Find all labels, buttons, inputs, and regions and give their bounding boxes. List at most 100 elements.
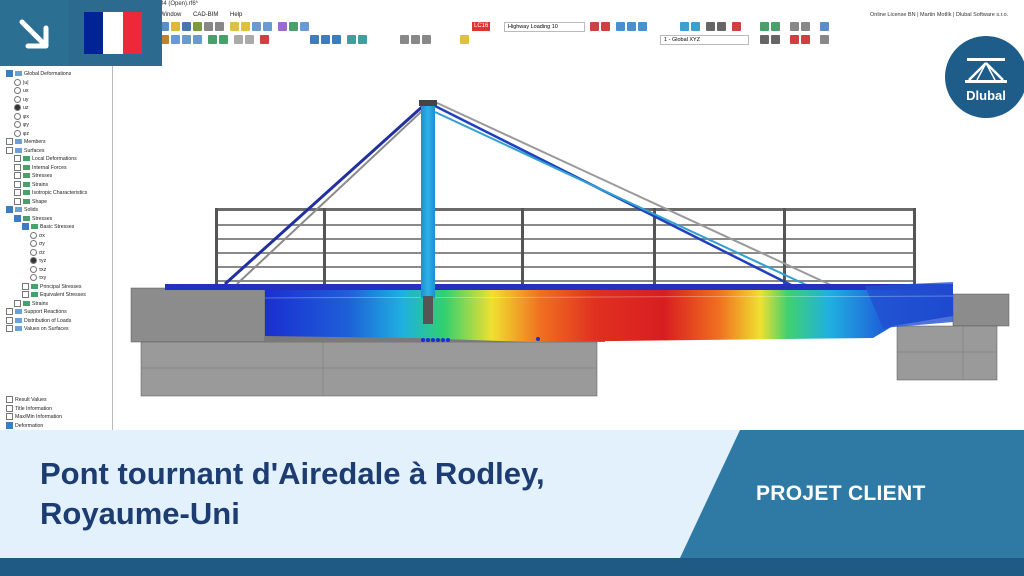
navigator-item[interactable]: uy — [14, 95, 28, 104]
radio-button[interactable] — [14, 87, 21, 95]
axis-icon[interactable] — [460, 35, 469, 44]
select-icon[interactable] — [732, 22, 741, 31]
checkbox[interactable] — [14, 163, 21, 171]
checkbox[interactable] — [14, 197, 21, 205]
loads-icon[interactable] — [241, 22, 250, 31]
save-icon[interactable] — [182, 22, 191, 31]
radio-button[interactable] — [30, 248, 37, 256]
comment-icon[interactable] — [245, 35, 254, 44]
radio-button[interactable] — [30, 240, 37, 248]
checkbox[interactable] — [22, 282, 29, 290]
delete-icon[interactable] — [260, 35, 269, 44]
radio-button[interactable] — [14, 112, 21, 120]
result-type-icon[interactable] — [616, 22, 625, 31]
checkbox[interactable] — [6, 138, 13, 146]
navigator-item[interactable]: Strains — [14, 299, 48, 308]
navigator-item[interactable]: τxz — [30, 265, 46, 274]
navigator-item[interactable]: Shape — [14, 197, 47, 206]
navigator-item[interactable]: σy — [30, 240, 45, 248]
scale-icon[interactable] — [358, 35, 367, 44]
checkbox[interactable] — [6, 70, 13, 78]
snap-icon[interactable] — [801, 22, 810, 31]
result-diagram-icon[interactable] — [627, 22, 636, 31]
zoom-icon[interactable] — [706, 22, 715, 31]
navigator-item[interactable]: Values on Surfaces — [6, 325, 69, 333]
radio-button[interactable] — [30, 265, 37, 273]
checkbox[interactable] — [14, 299, 21, 307]
back-button[interactable] — [0, 0, 68, 66]
measure-icon[interactable] — [801, 35, 810, 44]
navigator-item[interactable]: σz — [30, 248, 45, 257]
coordinate-system-select[interactable]: 1 - Global XYZ — [660, 35, 749, 45]
navigator-item[interactable]: Principal Stresses — [22, 282, 82, 291]
navigator-display-item[interactable]: Deformation — [6, 421, 43, 430]
visibility-icon[interactable] — [771, 35, 780, 44]
checkbox[interactable] — [6, 396, 13, 404]
render-icon[interactable] — [691, 22, 700, 31]
checkbox[interactable] — [14, 189, 21, 197]
move-icon[interactable] — [310, 35, 319, 44]
surface-icon[interactable] — [193, 35, 202, 44]
pan-icon[interactable] — [717, 22, 726, 31]
radio-button[interactable] — [14, 78, 21, 86]
navigator-item[interactable]: Stresses — [14, 214, 52, 223]
navigator-item[interactable]: Basic Stresses — [22, 223, 74, 231]
checkbox[interactable] — [6, 413, 13, 421]
rotate-icon[interactable] — [332, 35, 341, 44]
model-view[interactable] — [113, 46, 1024, 430]
navigator-item[interactable]: uz — [14, 104, 28, 112]
radio-button[interactable] — [14, 121, 21, 129]
section-icon[interactable] — [638, 22, 647, 31]
results-icon[interactable] — [252, 22, 261, 31]
navigator-item[interactable]: τxy — [30, 274, 46, 282]
view-icon[interactable] — [300, 22, 309, 31]
dimension-icon[interactable] — [234, 35, 243, 44]
calc-icon[interactable] — [278, 22, 287, 31]
navigator-item[interactable]: Stresses — [14, 172, 52, 180]
settings-icon[interactable] — [820, 35, 829, 44]
checkbox[interactable] — [6, 206, 13, 214]
checkbox[interactable] — [22, 223, 29, 231]
navigator-item[interactable]: τyz — [30, 257, 46, 265]
radio-button[interactable] — [30, 231, 37, 239]
grid-icon[interactable] — [790, 22, 799, 31]
load-case-select[interactable]: Highway Loading 10 — [504, 22, 585, 32]
navigator-item[interactable]: Support Reactions — [6, 308, 67, 316]
navigator-item[interactable]: Members — [6, 138, 46, 146]
menu-help[interactable]: Help — [230, 12, 242, 18]
checkbox[interactable] — [14, 155, 21, 163]
navigator-item[interactable]: |u| — [14, 78, 29, 87]
hinge-icon[interactable] — [771, 22, 780, 31]
checkbox[interactable] — [6, 316, 13, 324]
table-icon[interactable] — [263, 22, 272, 31]
undo-icon[interactable] — [204, 22, 213, 31]
navigator-item[interactable]: Local Deformations — [14, 155, 77, 163]
filter-icon[interactable] — [760, 35, 769, 44]
checkbox[interactable] — [14, 172, 21, 180]
radio-button[interactable] — [14, 95, 21, 103]
open-icon[interactable] — [171, 22, 180, 31]
copy-icon[interactable] — [321, 35, 330, 44]
redo-icon[interactable] — [215, 22, 224, 31]
checkbox[interactable] — [6, 404, 13, 412]
opening-icon[interactable] — [219, 35, 228, 44]
navigator-item[interactable]: Global Deformations — [6, 70, 71, 78]
radio-button[interactable] — [30, 257, 37, 265]
divide-icon[interactable] — [411, 35, 420, 44]
member-icon[interactable] — [182, 35, 191, 44]
navigator-display-item[interactable]: Title Information — [6, 404, 52, 413]
support-icon[interactable] — [760, 22, 769, 31]
radio-button[interactable] — [14, 104, 21, 112]
menu-cad-bim[interactable]: CAD-BIM — [193, 12, 218, 18]
navigator-item[interactable]: Internal Forces — [14, 163, 67, 172]
menu-window[interactable]: Window — [160, 12, 181, 18]
navigator-display-item[interactable]: Result Values — [6, 396, 47, 404]
checkbox[interactable] — [14, 180, 21, 188]
navigator-item[interactable]: Isotropic Characteristics — [14, 189, 87, 197]
model-icon[interactable] — [230, 22, 239, 31]
checkbox[interactable] — [22, 291, 29, 299]
radio-button[interactable] — [14, 129, 21, 137]
checkbox[interactable] — [6, 308, 13, 316]
navigator-item[interactable]: Surfaces — [6, 146, 44, 155]
print-icon[interactable] — [193, 22, 202, 31]
